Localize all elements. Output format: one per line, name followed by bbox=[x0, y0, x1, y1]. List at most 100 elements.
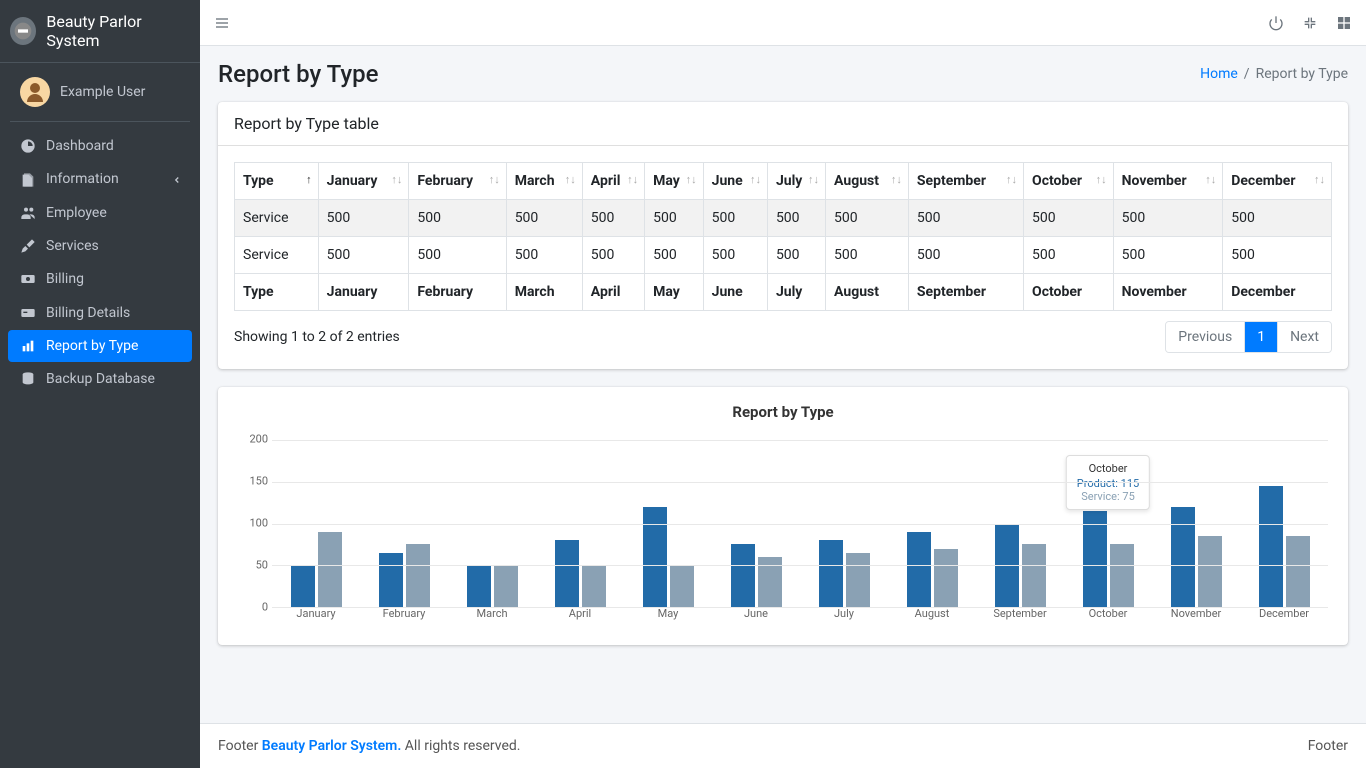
column-header[interactable]: October↑↓ bbox=[1024, 163, 1114, 200]
sidebar-item-billing-details[interactable]: Billing Details bbox=[8, 296, 192, 328]
employee-icon bbox=[18, 205, 38, 221]
table-cell: 500 bbox=[506, 200, 582, 237]
menu-toggle-icon[interactable] bbox=[214, 14, 230, 30]
column-header[interactable]: August↑↓ bbox=[826, 163, 909, 200]
bar-service[interactable] bbox=[406, 544, 430, 607]
bar-service[interactable] bbox=[494, 565, 518, 607]
bar-product[interactable] bbox=[643, 507, 667, 607]
footer-left: Footer Beauty Parlor System. All rights … bbox=[218, 738, 520, 754]
x-tick: April bbox=[536, 607, 624, 629]
bar-product[interactable] bbox=[907, 532, 931, 607]
brand[interactable]: Beauty Parlor System bbox=[0, 0, 200, 63]
sidebar-item-backup-database[interactable]: Backup Database bbox=[8, 363, 192, 395]
sidebar-item-report-by-type[interactable]: Report by Type bbox=[8, 330, 192, 362]
pagination-next: Next bbox=[1278, 322, 1331, 352]
pagination-page[interactable]: 1 bbox=[1245, 322, 1277, 352]
table-cell: Service bbox=[235, 237, 319, 274]
bar-service[interactable] bbox=[846, 553, 870, 607]
x-tick: November bbox=[1152, 607, 1240, 629]
table-cell: 500 bbox=[409, 200, 506, 237]
sidebar-item-services[interactable]: Services bbox=[8, 230, 192, 262]
grid-icon[interactable] bbox=[1336, 14, 1352, 30]
bar-product[interactable] bbox=[1259, 486, 1283, 607]
column-header[interactable]: January↑↓ bbox=[318, 163, 409, 200]
bar-product[interactable] bbox=[1083, 511, 1107, 607]
breadcrumb-separator: / bbox=[1244, 66, 1250, 82]
x-tick: October bbox=[1064, 607, 1152, 629]
avatar bbox=[20, 77, 50, 107]
breadcrumb-home[interactable]: Home bbox=[1200, 66, 1238, 82]
table-cell: 500 bbox=[582, 237, 644, 274]
sort-icon: ↑↓ bbox=[808, 173, 819, 186]
table-cell: 500 bbox=[1223, 237, 1332, 274]
x-tick: February bbox=[360, 607, 448, 629]
compress-icon[interactable] bbox=[1302, 14, 1318, 30]
bar-product[interactable] bbox=[731, 544, 755, 607]
table-cell: 500 bbox=[908, 237, 1023, 274]
column-footer: July bbox=[767, 274, 825, 311]
sidebar-item-employee[interactable]: Employee bbox=[8, 197, 192, 229]
table-cell: 500 bbox=[908, 200, 1023, 237]
table-cell: 500 bbox=[1113, 237, 1223, 274]
bar-service[interactable] bbox=[1198, 536, 1222, 607]
x-tick: September bbox=[976, 607, 1064, 629]
bar-service[interactable] bbox=[1022, 544, 1046, 607]
bar-service[interactable] bbox=[582, 565, 606, 607]
bar-service[interactable] bbox=[934, 549, 958, 607]
footer-right: Footer bbox=[1308, 738, 1348, 754]
footer-link[interactable]: Beauty Parlor System. bbox=[262, 738, 402, 754]
sort-icon: ↑↓ bbox=[891, 173, 902, 186]
bar-service[interactable] bbox=[1110, 544, 1134, 607]
user-panel[interactable]: Example User bbox=[10, 63, 190, 122]
column-header[interactable]: December↑↓ bbox=[1223, 163, 1332, 200]
column-header[interactable]: June↑↓ bbox=[703, 163, 767, 200]
bar-product[interactable] bbox=[467, 565, 491, 607]
table-card-title: Report by Type table bbox=[218, 102, 1348, 146]
column-footer: February bbox=[409, 274, 506, 311]
sort-icon: ↑↓ bbox=[1314, 173, 1325, 186]
bar-product[interactable] bbox=[819, 540, 843, 607]
bar-service[interactable] bbox=[318, 532, 342, 607]
column-header[interactable]: September↑↓ bbox=[908, 163, 1023, 200]
breadcrumb-current: Report by Type bbox=[1256, 66, 1348, 82]
column-header[interactable]: February↑↓ bbox=[409, 163, 506, 200]
column-header[interactable]: November↑↓ bbox=[1113, 163, 1223, 200]
bar-product[interactable] bbox=[291, 565, 315, 607]
column-footer: November bbox=[1113, 274, 1223, 311]
services-icon bbox=[18, 238, 38, 254]
table-row: Service500500500500500500500500500500500… bbox=[235, 200, 1332, 237]
sidebar-item-dashboard[interactable]: Dashboard bbox=[8, 130, 192, 162]
bar-service[interactable] bbox=[670, 565, 694, 607]
bar-product[interactable] bbox=[379, 553, 403, 607]
column-header[interactable]: May↑↓ bbox=[645, 163, 703, 200]
column-footer: January bbox=[318, 274, 409, 311]
x-tick: July bbox=[800, 607, 888, 629]
bar-service[interactable] bbox=[1286, 536, 1310, 607]
column-header[interactable]: March↑↓ bbox=[506, 163, 582, 200]
report-table: Type↑January↑↓February↑↓March↑↓April↑↓Ma… bbox=[234, 162, 1332, 311]
sidebar-item-label: Employee bbox=[46, 205, 107, 221]
tooltip-line: Product: 115 bbox=[1077, 477, 1139, 490]
table-cell: 500 bbox=[645, 237, 703, 274]
backup-icon bbox=[18, 371, 38, 387]
sort-icon: ↑↓ bbox=[489, 173, 500, 186]
sort-icon: ↑↓ bbox=[1096, 173, 1107, 186]
sort-icon: ↑↓ bbox=[686, 173, 697, 186]
table-info: Showing 1 to 2 of 2 entries bbox=[234, 329, 400, 345]
table-cell: 500 bbox=[506, 237, 582, 274]
sidebar-item-information[interactable]: Information bbox=[8, 163, 192, 195]
bar-product[interactable] bbox=[555, 540, 579, 607]
y-tick: 50 bbox=[256, 559, 268, 572]
tooltip-line: Service: 75 bbox=[1077, 490, 1139, 503]
column-footer: September bbox=[908, 274, 1023, 311]
tooltip-title: October bbox=[1077, 462, 1139, 475]
table-cell: 500 bbox=[582, 200, 644, 237]
bar-product[interactable] bbox=[1171, 507, 1195, 607]
power-icon[interactable] bbox=[1268, 14, 1284, 30]
chart-area: 050100150200 OctoberProduct: 115Service:… bbox=[234, 439, 1332, 629]
sidebar-item-billing[interactable]: Billing bbox=[8, 263, 192, 295]
column-footer: August bbox=[826, 274, 909, 311]
column-header[interactable]: July↑↓ bbox=[767, 163, 825, 200]
column-header[interactable]: April↑↓ bbox=[582, 163, 644, 200]
column-header[interactable]: Type↑ bbox=[235, 163, 319, 200]
